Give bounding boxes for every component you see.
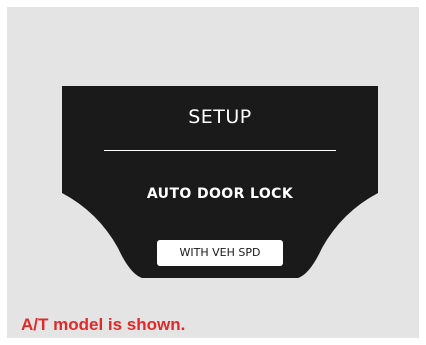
- option-with-veh-spd-button[interactable]: WITH VEH SPD: [157, 240, 283, 266]
- screen-title: SETUP: [188, 106, 252, 128]
- display-panel: [62, 86, 378, 278]
- title-divider: [104, 150, 336, 151]
- figure-caption: A/T model is shown.: [21, 315, 186, 334]
- setting-name: AUTO DOOR LOCK: [146, 186, 294, 202]
